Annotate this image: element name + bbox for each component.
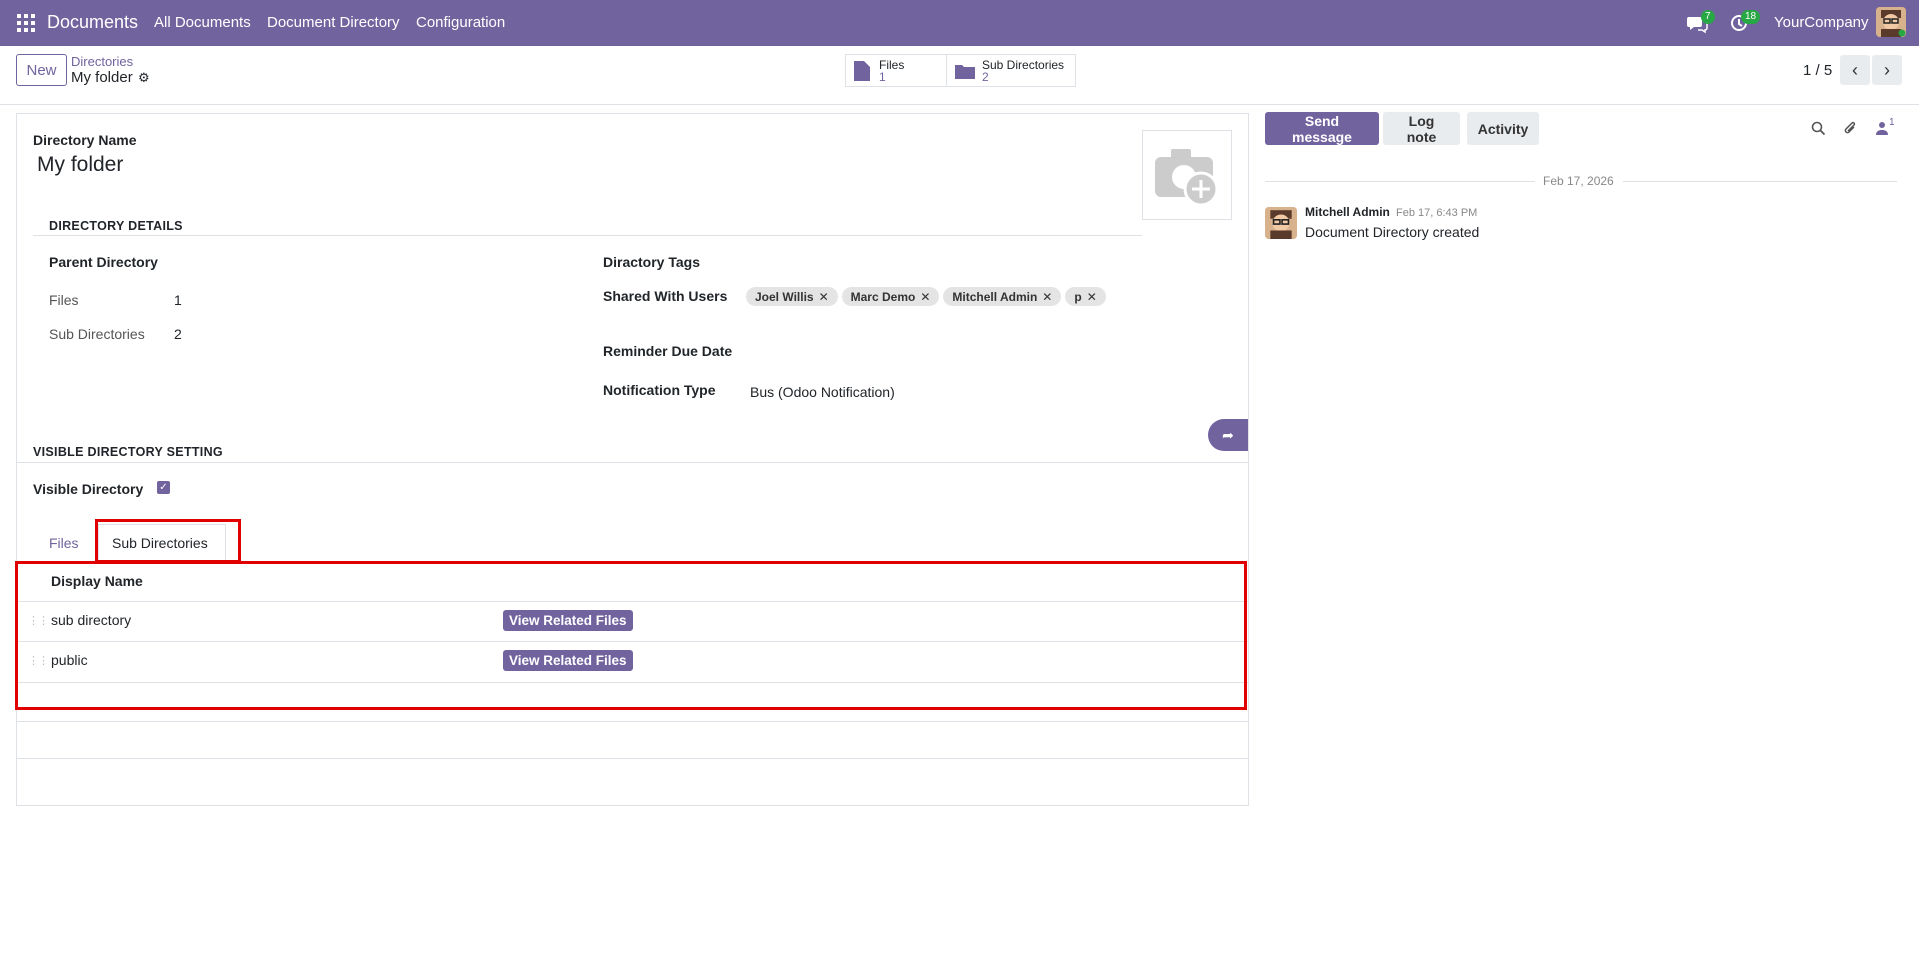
new-button[interactable]: New (16, 54, 67, 86)
messages-badge: 7 (1701, 10, 1715, 24)
tab-files[interactable]: Files (49, 535, 79, 551)
directory-name-field[interactable]: My folder (37, 153, 123, 177)
shared-users-tags[interactable]: Joel Willis ✕ Marc Demo ✕ Mitchell Admin ✕ … (746, 287, 1110, 306)
activity-button[interactable]: Activity (1467, 112, 1539, 145)
visible-directory-checkbox[interactable]: ✓ (157, 481, 170, 494)
chevron-left-icon: ‹ (1852, 59, 1858, 80)
message-author[interactable]: Mitchell Admin (1305, 205, 1390, 219)
sub-directories-label: Sub Directories (49, 326, 145, 342)
shared-with-users-label: Shared With Users (603, 288, 728, 304)
remove-tag-icon[interactable]: ✕ (1042, 290, 1052, 304)
smart-subdirs-label: Sub Directories (982, 57, 1065, 72)
gear-icon[interactable]: ⚙ (138, 70, 150, 86)
parent-directory-label: Parent Directory (49, 254, 158, 270)
user-tag[interactable]: Mitchell Admin ✕ (943, 287, 1062, 306)
company-switcher[interactable]: YourCompany (1774, 14, 1869, 31)
section-divider (17, 462, 1249, 463)
user-tag[interactable]: p ✕ (1065, 287, 1106, 306)
date-separator: Feb 17, 2026 (1265, 173, 1897, 191)
user-tag-label: Mitchell Admin (952, 289, 1038, 304)
smart-button-subdirectories[interactable]: Sub Directories 2 (946, 55, 1075, 86)
camera-plus-icon (1155, 149, 1219, 207)
user-avatar[interactable] (1876, 7, 1906, 37)
notification-type-value[interactable]: Bus (Odoo Notification) (750, 384, 895, 400)
app-name[interactable]: Documents (47, 12, 138, 33)
pager-next-button[interactable]: › (1872, 55, 1902, 85)
chevron-right-icon: › (1884, 59, 1890, 80)
send-message-button[interactable]: Send message (1265, 112, 1379, 145)
highlight-table (15, 561, 1247, 710)
pager-value[interactable]: 1 / 5 (1803, 62, 1832, 79)
highlight-tab (95, 519, 241, 563)
smart-button-files[interactable]: Files 1 (846, 55, 946, 86)
row-divider (17, 758, 1249, 759)
message-date: Feb 17, 6:43 PM (1396, 207, 1478, 219)
files-value: 1 (174, 292, 182, 308)
section-divider (33, 235, 1142, 236)
visible-directory-label: Visible Directory (33, 481, 144, 497)
menu-document-directory[interactable]: Document Directory (267, 14, 400, 31)
menu-all-documents[interactable]: All Documents (154, 14, 251, 31)
files-label: Files (49, 292, 79, 308)
row-divider (17, 721, 1249, 722)
file-icon (854, 60, 870, 81)
image-upload[interactable] (1142, 130, 1232, 220)
section-visible-directory: VISIBLE DIRECTORY SETTING (33, 445, 223, 459)
breadcrumb-directories[interactable]: Directories (71, 54, 133, 69)
sub-directories-value: 2 (174, 326, 182, 342)
remove-tag-icon[interactable]: ✕ (1087, 290, 1097, 304)
user-tag-label: Joel Willis (755, 289, 814, 304)
reminder-due-date-label: Reminder Due Date (603, 343, 733, 359)
user-tag-label: p (1074, 289, 1082, 304)
share-icon: ➦ (1222, 426, 1234, 443)
followers-count: 1 (1889, 117, 1895, 128)
remove-tag-icon[interactable]: ✕ (920, 290, 930, 304)
notification-type-label: Notification Type (603, 382, 716, 398)
remove-tag-icon[interactable]: ✕ (819, 290, 829, 304)
folder-icon (955, 64, 975, 79)
user-tag-label: Marc Demo (850, 289, 916, 304)
breadcrumb-current: My folder (71, 69, 133, 86)
user-tag[interactable]: Joel Willis ✕ (746, 287, 838, 306)
date-separator-label: Feb 17, 2026 (1543, 174, 1614, 188)
control-panel: New Directories My folder ⚙ Files 1 Sub D… (0, 46, 1919, 105)
menu-configuration[interactable]: Configuration (416, 14, 505, 31)
user-tag[interactable]: Marc Demo ✕ (841, 287, 940, 306)
search-icon[interactable] (1811, 121, 1826, 136)
log-note-button[interactable]: Log note (1383, 112, 1460, 145)
author-avatar[interactable] (1265, 207, 1297, 239)
apps-menu-icon[interactable] (17, 14, 35, 32)
section-directory-details: DIRECTORY DETAILS (49, 219, 183, 233)
smart-buttons: Files 1 Sub Directories 2 (845, 54, 1076, 87)
main-navbar: Documents All Documents Document Directo… (0, 0, 1919, 46)
smart-files-label: Files (879, 57, 905, 72)
directory-tags-label: Diractory Tags (603, 254, 700, 270)
activities-badge: 18 (1741, 10, 1761, 24)
followers-icon[interactable] (1876, 121, 1888, 135)
message-body: Document Directory created (1305, 224, 1480, 240)
smart-files-count: 1 (879, 69, 886, 84)
paperclip-icon[interactable] (1843, 121, 1858, 136)
pager-previous-button[interactable]: ‹ (1840, 55, 1870, 85)
share-button[interactable]: ➦ (1208, 419, 1248, 451)
smart-subdirs-count: 2 (982, 69, 989, 84)
directory-name-label: Directory Name (33, 132, 137, 148)
